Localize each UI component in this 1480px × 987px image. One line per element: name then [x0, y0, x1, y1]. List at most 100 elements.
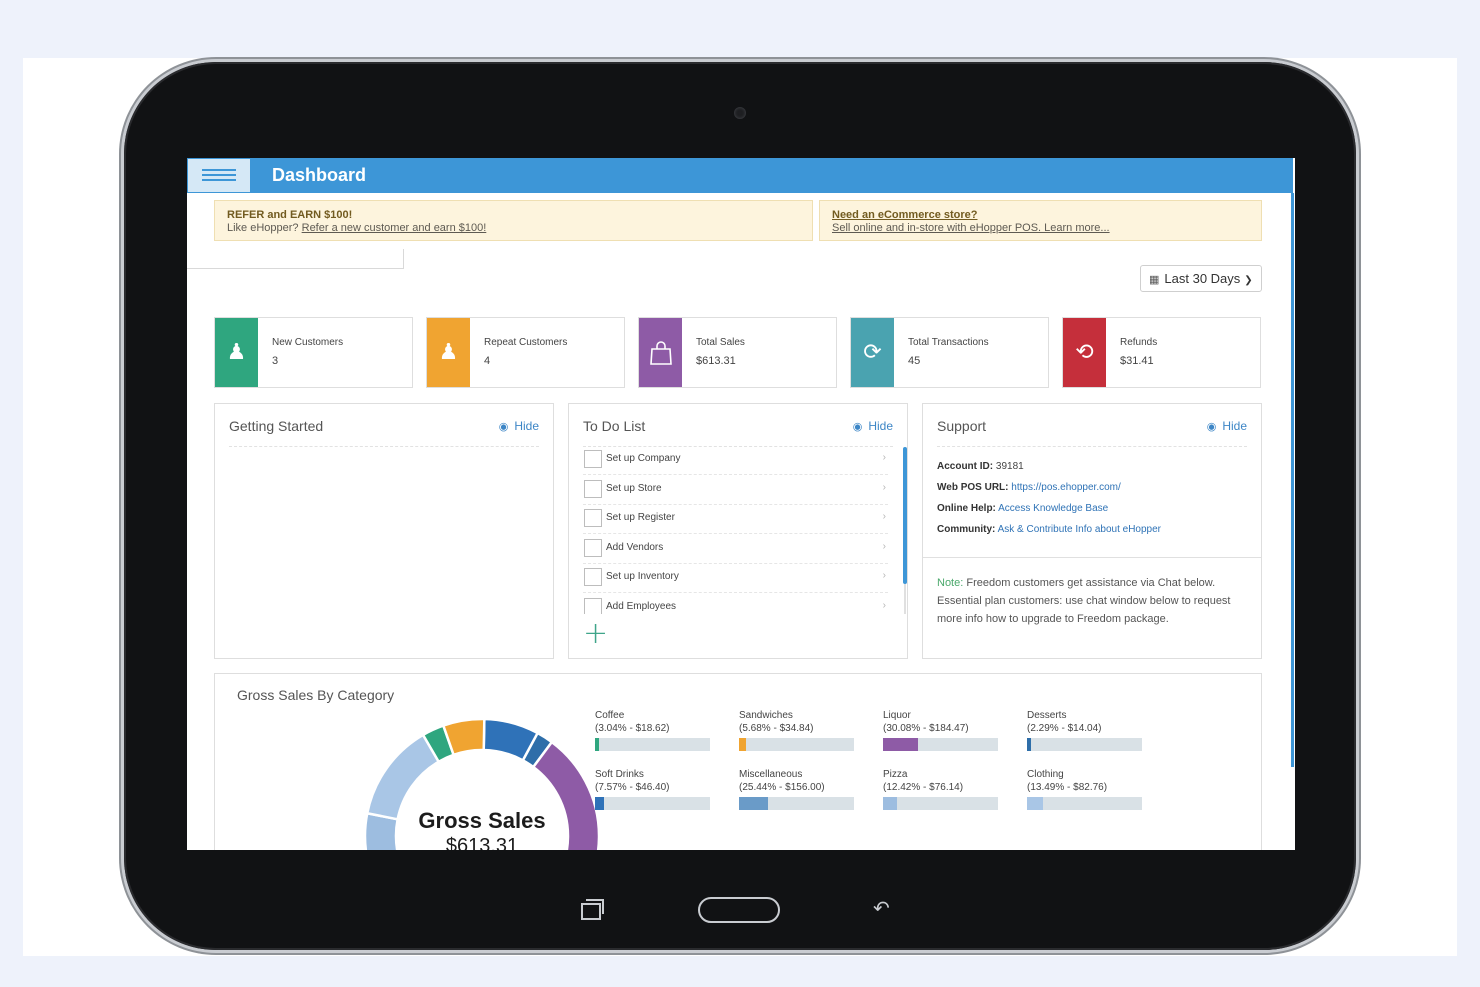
todo-label: Set up Company: [606, 453, 681, 464]
support-panel: Support ◉ Hide Account ID: 39181 Web POS …: [922, 403, 1262, 659]
page-scrollbar[interactable]: [1291, 193, 1294, 767]
category-detail: (2.29% - $14.04): [1027, 723, 1102, 734]
hide-support-button[interactable]: ◉ Hide: [1207, 419, 1247, 433]
back-icon[interactable]: ↶: [873, 898, 901, 918]
kpi-label: Total Sales: [696, 337, 745, 348]
refer-customer-link[interactable]: Refer a new customer and earn $100!: [302, 222, 487, 234]
repeat-customer-icon: ♟: [427, 318, 470, 387]
top-bar: Dashboard: [187, 158, 1293, 193]
web-pos-url-link[interactable]: https://pos.ehopper.com/: [1011, 482, 1121, 493]
todo-checkbox[interactable]: [584, 480, 602, 498]
online-help-row: Online Help: Access Knowledge Base: [937, 503, 1109, 514]
category-name: Sandwiches: [739, 710, 793, 721]
empty-tab: [187, 249, 404, 269]
category-name: Desserts: [1027, 710, 1067, 721]
todo-checkbox[interactable]: [584, 539, 602, 557]
chevron-right-icon: ›: [882, 452, 886, 463]
knowledge-base-link[interactable]: Access Knowledge Base: [998, 503, 1108, 514]
add-task-icon[interactable]: +: [583, 619, 608, 649]
page-title: Dashboard: [272, 165, 367, 185]
todo-label: Set up Register: [606, 512, 675, 523]
web-pos-url-row: Web POS URL: https://pos.ehopper.com/: [937, 482, 1121, 493]
home-button-icon[interactable]: [698, 897, 780, 923]
category-item: Clothing (13.49% - $82.76): [1027, 769, 1147, 821]
ecommerce-learn-more-link[interactable]: Sell online and in-store with eHopper PO…: [832, 222, 1110, 234]
category-name: Miscellaneous: [739, 769, 803, 780]
divider: [229, 446, 539, 447]
kpi-value: 45: [908, 355, 921, 367]
kpi-value: 3: [272, 355, 279, 367]
category-bar-track: [595, 738, 710, 751]
date-range-dropdown[interactable]: ▦ Last 30 Days ❯: [1140, 265, 1262, 292]
shopping-bag-icon: [639, 318, 682, 387]
todo-label: Add Employees: [606, 601, 677, 612]
todo-checkbox[interactable]: [584, 509, 602, 527]
gross-sales-donut-chart: Gross Sales $613.31: [363, 717, 601, 850]
todo-item-add-vendors[interactable]: Add Vendors ›: [583, 535, 888, 564]
calendar-icon: ▦: [1149, 274, 1160, 286]
category-item: Liquor (30.08% - $184.47): [883, 710, 1003, 762]
todo-item-set-up-register[interactable]: Set up Register ›: [583, 505, 888, 534]
chevron-right-icon: ›: [882, 541, 886, 552]
kpi-label: Total Transactions: [908, 337, 989, 348]
todo-scrollbar-track[interactable]: [904, 584, 906, 614]
category-detail: (3.04% - $18.62): [595, 723, 670, 734]
divider: [923, 557, 1261, 558]
app-screen: Dashboard REFER and EARN $100! Like eHop…: [187, 158, 1295, 850]
kpi-value: $31.41: [1120, 355, 1154, 367]
category-detail: (12.42% - $76.14): [883, 782, 964, 793]
category-item: Miscellaneous (25.44% - $156.00): [739, 769, 859, 821]
category-bar-track: [739, 797, 854, 810]
refer-banner-text: Like eHopper?: [227, 222, 299, 234]
eye-slash-icon: ◉: [498, 420, 509, 433]
note-label: Note:: [937, 577, 964, 589]
chevron-down-icon: ❯: [1244, 275, 1253, 286]
donut-label: Gross Sales: [418, 808, 546, 833]
chevron-right-icon: ›: [882, 482, 886, 493]
hide-todo-button[interactable]: ◉ Hide: [853, 419, 893, 433]
hamburger-menu-icon[interactable]: [188, 159, 250, 192]
todo-scrollbar-thumb[interactable]: [903, 447, 907, 584]
refer-banner-title: REFER and EARN $100!: [227, 209, 353, 221]
note-text: Freedom customers get assistance via Cha…: [937, 577, 1231, 625]
new-customer-icon: ♟: [215, 318, 258, 387]
todo-label: Set up Inventory: [606, 571, 679, 582]
todo-item-set-up-inventory[interactable]: Set up Inventory ›: [583, 564, 888, 593]
category-bar-fill: [739, 738, 746, 751]
date-range-label: Last 30 Days: [1164, 271, 1241, 286]
kpi-repeat-customers[interactable]: ♟ Repeat Customers 4: [426, 317, 625, 388]
kpi-total-transactions[interactable]: ⟳ Total Transactions 45: [850, 317, 1049, 388]
category-detail: (13.49% - $82.76): [1027, 782, 1108, 793]
category-bar-fill: [1027, 797, 1043, 810]
todo-item-set-up-company[interactable]: Set up Company ›: [583, 446, 888, 475]
todo-label: Set up Store: [606, 483, 662, 494]
panel-title: Getting Started: [229, 418, 324, 434]
category-bar-fill: [883, 797, 898, 810]
donut-slice: [365, 733, 441, 821]
todo-checkbox[interactable]: [584, 450, 602, 468]
recent-apps-icon[interactable]: [581, 899, 604, 920]
panel-title: Support: [937, 418, 987, 434]
kpi-refunds[interactable]: ⟲ Refunds $31.41: [1062, 317, 1261, 388]
todo-item-set-up-store[interactable]: Set up Store ›: [583, 476, 888, 505]
kpi-label: Repeat Customers: [484, 337, 568, 348]
category-bar-fill: [595, 797, 604, 810]
category-item: Sandwiches (5.68% - $34.84): [739, 710, 859, 762]
todo-checkbox[interactable]: [584, 598, 602, 614]
kpi-value: 4: [484, 355, 491, 367]
community-link[interactable]: Ask & Contribute Info about eHopper: [998, 524, 1161, 535]
category-item: Desserts (2.29% - $14.04): [1027, 710, 1147, 762]
category-item: Pizza (12.42% - $76.14): [883, 769, 1003, 821]
kpi-total-sales[interactable]: Total Sales $613.31: [638, 317, 837, 388]
kpi-new-customers[interactable]: ♟ New Customers 3: [214, 317, 413, 388]
hide-getting-started-button[interactable]: ◉ Hide: [499, 419, 539, 433]
gross-sales-panel: Gross Sales By Category Gross Sales $613…: [214, 673, 1262, 850]
category-name: Pizza: [883, 769, 908, 780]
todo-item-add-employees[interactable]: Add Employees ›: [583, 594, 888, 614]
ecommerce-banner-title[interactable]: Need an eCommerce store?: [832, 209, 978, 221]
todo-checkbox[interactable]: [584, 568, 602, 586]
kpi-value: $613.31: [696, 355, 736, 367]
category-name: Clothing: [1027, 769, 1064, 780]
panel-title: To Do List: [583, 418, 646, 434]
support-note: Note: Freedom customers get assistance v…: [937, 574, 1252, 628]
